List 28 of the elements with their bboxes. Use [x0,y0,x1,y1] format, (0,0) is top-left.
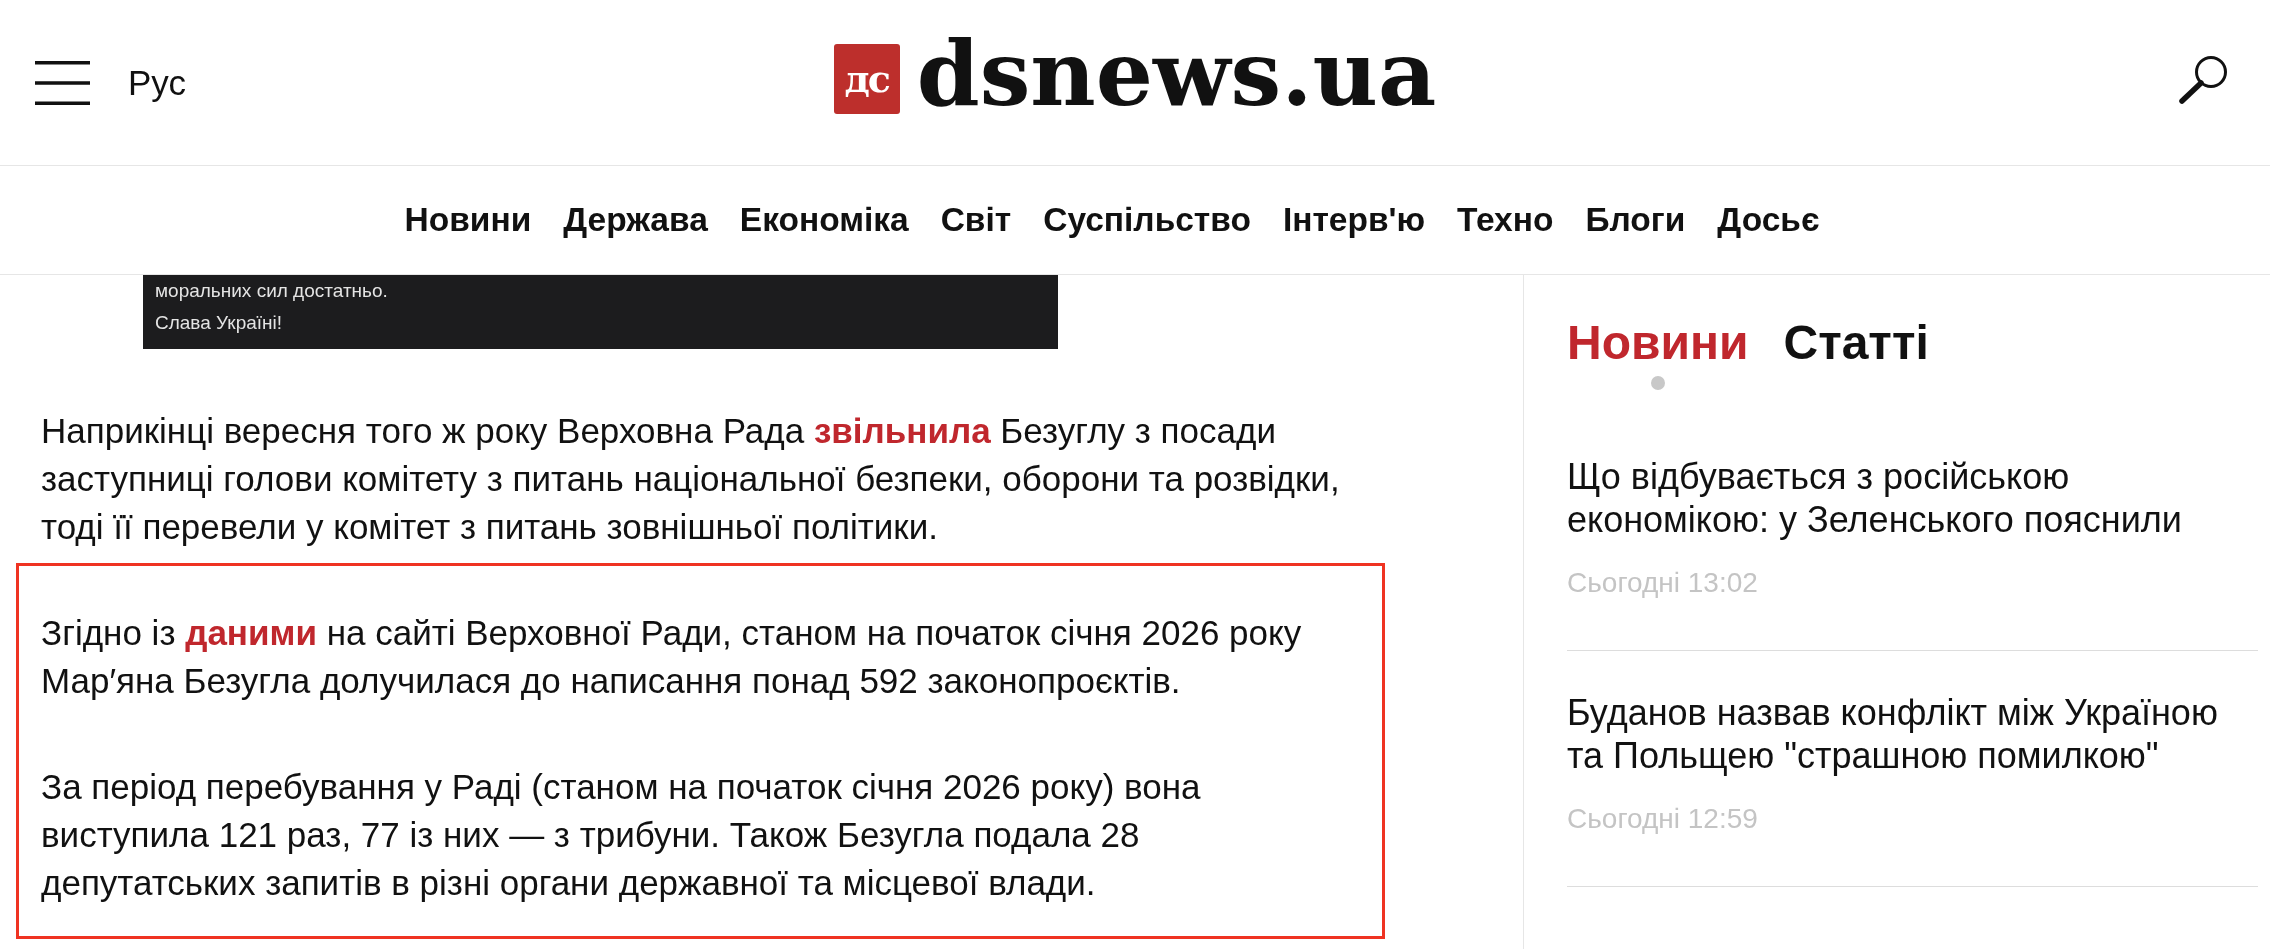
news-headline[interactable]: Буданов назвав конфлікт між Україною та Польщею "страшною помилкою" [1567,691,2258,777]
nav-link[interactable]: Суспільство [1043,201,1251,239]
paragraph: Наприкінці вересня того ж року Верховна Рада звільнила Безуглу з посади заступниці голови комітету з питань національної безпеки, оборони та розвідки, тоді її перевели у комітет з питань зовнішньої політики. [41,410,1341,548]
paragraph: Згідно із даними на сайті Верховної Ради, станом на початок січня 2026 року Мар′яна Безугла долучилася до написання понад 592 законопроєктів. [41,612,1303,702]
nav-link[interactable]: Новини [404,201,532,239]
logo-mark: дс [833,43,900,114]
nav-link[interactable]: Держава [563,201,708,239]
search-icon[interactable] [2178,54,2228,105]
news-time: Сьогодні 13:02 [1567,568,1759,598]
text-link[interactable]: звільнила [813,411,991,450]
nav-link[interactable]: Світ [940,201,1012,239]
sidebar-tab[interactable]: Статті [1783,315,1929,371]
news-headline[interactable]: Що відбувається з російською економікою: у Зеленського пояснили [1567,455,2258,541]
nav-link[interactable]: Блоги [1585,201,1686,239]
language-link[interactable]: Рус [128,62,186,103]
menu-icon[interactable] [35,60,90,105]
news-time: Сьогодні 12:59 [1567,804,1759,834]
selection-dot-icon [1650,376,1665,390]
post-text: моральних сил достатньо. [155,279,389,303]
nav-link[interactable]: Досьє [1717,201,1820,239]
nav-link[interactable]: Техно [1457,201,1554,239]
site-logo[interactable]: дс dsnews.ua [833,27,1437,138]
nav-link[interactable]: Інтерв'ю [1282,201,1426,239]
paragraph: За період перебування у Раді (станом на початок січня 2026 року) вона виступила 121 раз, 77 із них — з трибуни. Також Безугла подала 28 депутатських запитів в різні органи державної та місцевої влади. [41,766,1202,904]
nav-link[interactable]: Економіка [739,201,909,239]
text-link[interactable]: даними [185,613,317,652]
post-text: Слава Україні! [155,311,284,335]
sidebar-tab[interactable]: Новини [1567,315,1749,390]
